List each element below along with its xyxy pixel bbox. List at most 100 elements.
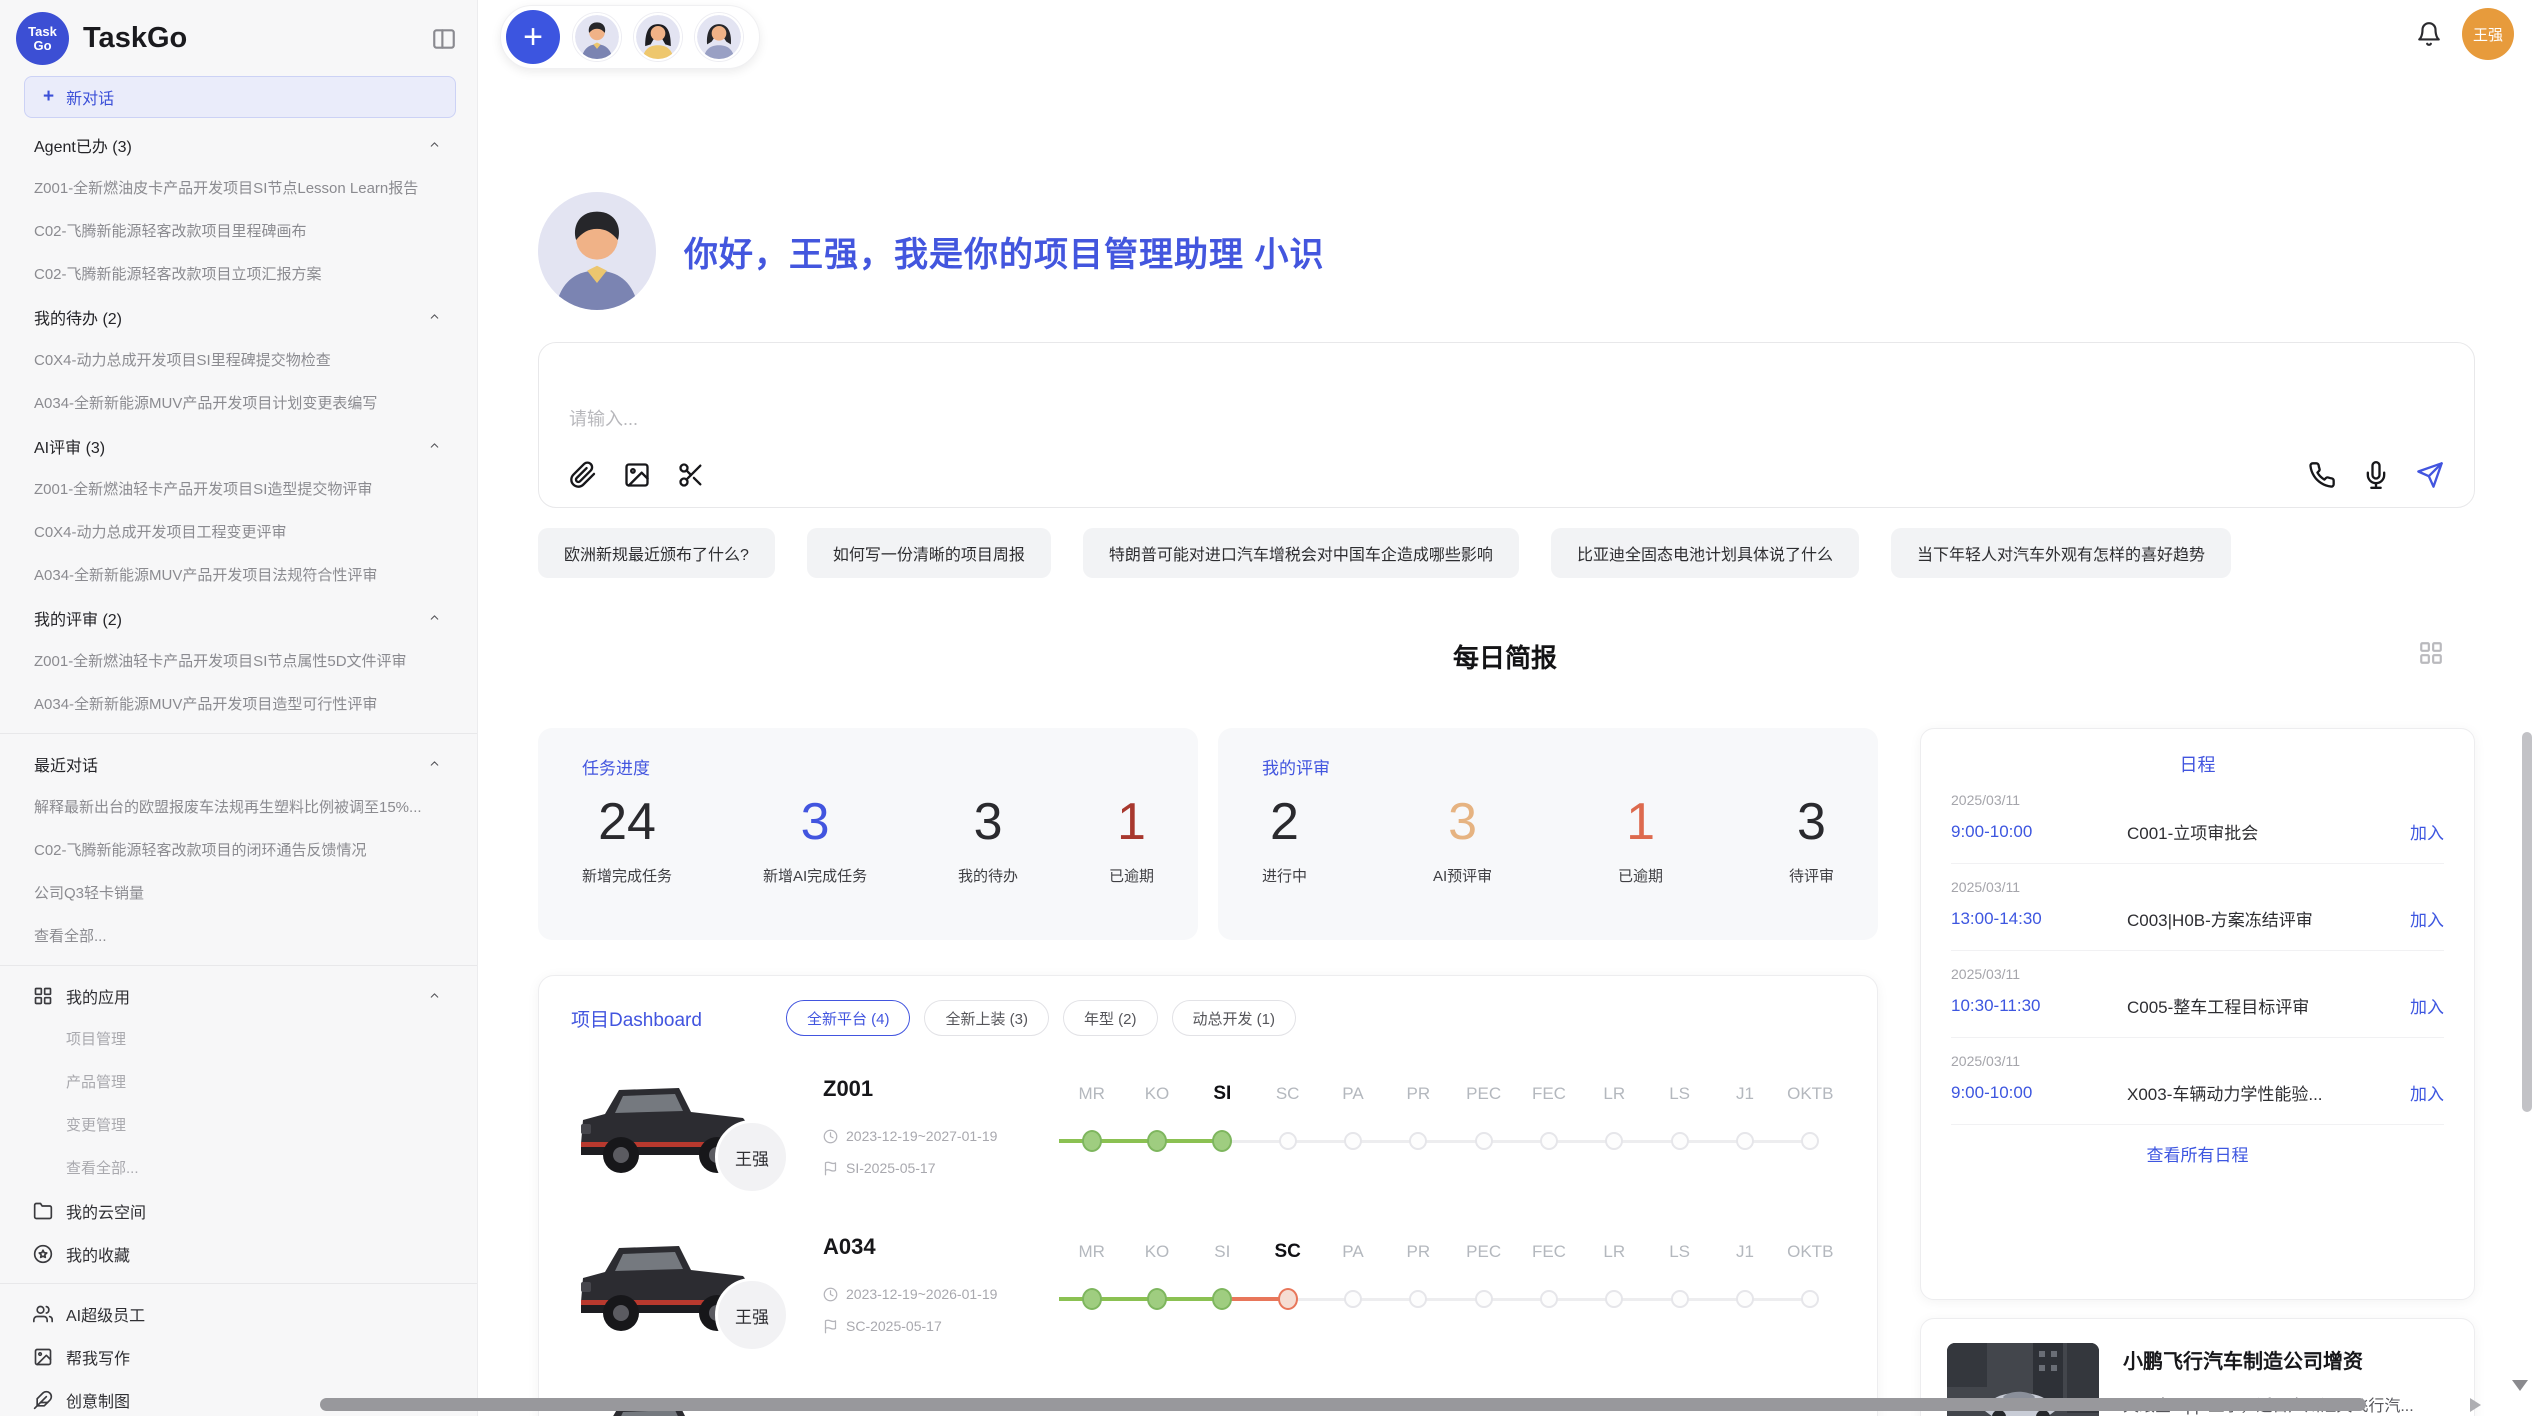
greeting: 你好，王强，我是你的项目管理助理 小识 bbox=[538, 192, 1324, 310]
schedule-card: 日程 2025/03/11 9:00-10:00 C001-立项审批会 加入 2… bbox=[1920, 728, 2475, 1300]
stat-value: 1 bbox=[1618, 793, 1663, 853]
milestone-dot bbox=[1540, 1132, 1558, 1150]
conversation-item[interactable]: 解释最新出台的欧盟报废车法规再生塑料比例被调至15%... bbox=[0, 785, 477, 828]
screenshot-scissors-icon[interactable] bbox=[677, 461, 705, 489]
milestone-label-current: SC bbox=[1255, 1241, 1320, 1263]
sidebar-item-my-favorites[interactable]: 我的收藏 bbox=[0, 1232, 477, 1275]
chevron-up-icon bbox=[428, 989, 441, 1002]
conversation-item[interactable]: C02-飞腾新能源轻客改款项目里程碑画布 bbox=[0, 209, 477, 252]
sidebar-item-ai-super-staff[interactable]: AI超级员工 bbox=[0, 1292, 477, 1335]
conversation-item[interactable]: A034-全新新能源MUV产品开发项目造型可行性评审 bbox=[0, 682, 477, 725]
section-header-my-todo[interactable]: 我的待办 (2) bbox=[0, 295, 477, 338]
section-header-my-review[interactable]: 我的评审 (2) bbox=[0, 596, 477, 639]
schedule-date: 2025/03/11 bbox=[1951, 792, 2444, 808]
project-rows: 王强 Z001 2023-12-19~2027-01-19 SI-2025-05… bbox=[539, 1052, 1877, 1416]
microphone-icon[interactable] bbox=[2362, 461, 2390, 489]
scroll-down-arrow[interactable] bbox=[2512, 1380, 2528, 1391]
new-chat-button[interactable]: + 新对话 bbox=[24, 76, 456, 118]
attachment-icon[interactable] bbox=[569, 461, 597, 489]
milestone-dot bbox=[1801, 1290, 1819, 1308]
milestone-label: PEC bbox=[1451, 1084, 1516, 1104]
sidebar-item-my-cloud[interactable]: 我的云空间 bbox=[0, 1189, 477, 1232]
ai-super-staff-label: AI超级员工 bbox=[66, 1302, 145, 1326]
stat-value: 3 bbox=[958, 793, 1018, 853]
section-header-agent-done[interactable]: Agent已办 (3) bbox=[0, 123, 477, 166]
milestone-dot bbox=[1344, 1290, 1362, 1308]
tab-powertrain[interactable]: 动总开发 (1) bbox=[1172, 1000, 1297, 1036]
milestone-dot bbox=[1409, 1290, 1427, 1308]
tab-new-platform[interactable]: 全新平台 (4) bbox=[786, 1000, 911, 1036]
suggestion-chip[interactable]: 如何写一份清晰的项目周报 bbox=[807, 528, 1051, 578]
flag-icon bbox=[823, 1319, 838, 1334]
milestone-dot-done bbox=[1147, 1288, 1167, 1310]
milestone-label: OKTB bbox=[1778, 1242, 1843, 1262]
conversation-item[interactable]: A034-全新新能源MUV产品开发项目计划变更表编写 bbox=[0, 381, 477, 424]
sidebar-item-project-management[interactable]: 项目管理 bbox=[0, 1017, 477, 1060]
scroll-right-arrow[interactable] bbox=[2470, 1398, 2481, 1412]
milestone-label: FEC bbox=[1516, 1084, 1581, 1104]
view-all-apps-link[interactable]: 查看全部... bbox=[0, 1146, 477, 1189]
sidebar-collapse-icon[interactable] bbox=[431, 26, 457, 52]
conversation-item[interactable]: Z001-全新燃油皮卡产品开发项目SI节点Lesson Learn报告 bbox=[0, 166, 477, 209]
image-upload-icon[interactable] bbox=[623, 461, 651, 489]
milestone-dot bbox=[1605, 1132, 1623, 1150]
avatar[interactable] bbox=[695, 13, 743, 61]
milestone-label: J1 bbox=[1712, 1084, 1777, 1104]
join-link[interactable]: 加入 bbox=[2410, 819, 2444, 844]
milestone-dot bbox=[1671, 1132, 1689, 1150]
conversation-item[interactable]: Z001-全新燃油轻卡产品开发项目SI造型提交物评审 bbox=[0, 467, 477, 510]
help-me-write-label: 帮我写作 bbox=[66, 1345, 130, 1369]
view-all-schedule-link[interactable]: 查看所有日程 bbox=[1951, 1125, 2444, 1166]
stat-label: 已逾期 bbox=[1618, 865, 1663, 886]
conversation-item[interactable]: A034-全新新能源MUV产品开发项目法规符合性评审 bbox=[0, 553, 477, 596]
suggestion-chip[interactable]: 比亚迪全固态电池计划具体说了什么 bbox=[1551, 528, 1859, 578]
chat-input-placeholder[interactable]: 请输入... bbox=[569, 405, 2444, 431]
user-avatar[interactable]: 王强 bbox=[2462, 8, 2514, 60]
join-link[interactable]: 加入 bbox=[2410, 906, 2444, 931]
phone-call-icon[interactable] bbox=[2308, 461, 2336, 489]
sidebar-item-change-management[interactable]: 变更管理 bbox=[0, 1103, 477, 1146]
stat-value: 1 bbox=[1109, 793, 1154, 853]
chat-input-box[interactable]: 请输入... bbox=[538, 342, 2475, 508]
conversation-item[interactable]: C02-飞腾新能源轻客改款项目立项汇报方案 bbox=[0, 252, 477, 295]
view-all-chats-link[interactable]: 查看全部... bbox=[0, 914, 477, 957]
tab-new-body[interactable]: 全新上装 (3) bbox=[924, 1000, 1049, 1036]
horizontal-scrollbar[interactable] bbox=[320, 1398, 2366, 1411]
avatar[interactable] bbox=[634, 13, 682, 61]
join-link[interactable]: 加入 bbox=[2410, 1080, 2444, 1105]
suggestion-chip[interactable]: 当下年轻人对汽车外观有怎样的喜好趋势 bbox=[1891, 528, 2231, 578]
conversation-item[interactable]: C02-飞腾新能源轻客改款项目的闭环通告反馈情况 bbox=[0, 828, 477, 871]
send-icon[interactable] bbox=[2416, 461, 2444, 489]
sidebar-item-product-management[interactable]: 产品管理 bbox=[0, 1060, 477, 1103]
layout-grid-icon[interactable] bbox=[2418, 640, 2444, 666]
avatar[interactable] bbox=[573, 13, 621, 61]
sidebar-item-my-apps[interactable]: 我的应用 bbox=[0, 974, 477, 1017]
schedule-date: 2025/03/11 bbox=[1951, 966, 2444, 982]
conversation-item[interactable]: C0X4-动力总成开发项目工程变更评审 bbox=[0, 510, 477, 553]
milestone-label-current: SI bbox=[1190, 1083, 1255, 1105]
schedule-entry: 2025/03/11 10:30-11:30 C005-整车工程目标评审 加入 bbox=[1951, 951, 2444, 1038]
section-header-recent-chats[interactable]: 最近对话 bbox=[0, 742, 477, 785]
conversation-item[interactable]: 公司Q3轻卡销量 bbox=[0, 871, 477, 914]
milestone-label: PA bbox=[1320, 1242, 1385, 1262]
join-link[interactable]: 加入 bbox=[2410, 993, 2444, 1018]
vertical-scrollbar[interactable] bbox=[2522, 732, 2532, 1112]
add-session-button[interactable]: + bbox=[506, 10, 560, 64]
milestone-dot-done bbox=[1212, 1288, 1232, 1310]
conversation-item[interactable]: C0X4-动力总成开发项目SI里程碑提交物检查 bbox=[0, 338, 477, 381]
suggestion-chip[interactable]: 特朗普可能对进口汽车增税会对中国车企造成哪些影响 bbox=[1083, 528, 1519, 578]
suggestion-chip[interactable]: 欧洲新规最近颁布了什么? bbox=[538, 528, 775, 578]
milestone-dot bbox=[1671, 1290, 1689, 1308]
project-flag: SC-2025-05-17 bbox=[823, 1318, 942, 1334]
tab-model-year[interactable]: 年型 (2) bbox=[1063, 1000, 1158, 1036]
app-title: TaskGo bbox=[83, 22, 187, 55]
notification-bell-icon[interactable] bbox=[2416, 21, 2442, 47]
conversation-item[interactable]: Z001-全新燃油轻卡产品开发项目SI节点属性5D文件评审 bbox=[0, 639, 477, 682]
project-row[interactable]: 王强 A034 2023-12-19~2026-01-19 SC-2025-05… bbox=[539, 1214, 1877, 1372]
sidebar-item-help-me-write[interactable]: 帮我写作 bbox=[0, 1335, 477, 1378]
section-header-ai-review[interactable]: AI评审 (3) bbox=[0, 424, 477, 467]
clock-icon bbox=[823, 1129, 838, 1144]
milestone-label: PR bbox=[1386, 1084, 1451, 1104]
project-row[interactable]: 王强 Z001 2023-12-19~2027-01-19 SI-2025-05… bbox=[539, 1056, 1877, 1214]
schedule-title: 日程 bbox=[1951, 751, 2444, 777]
